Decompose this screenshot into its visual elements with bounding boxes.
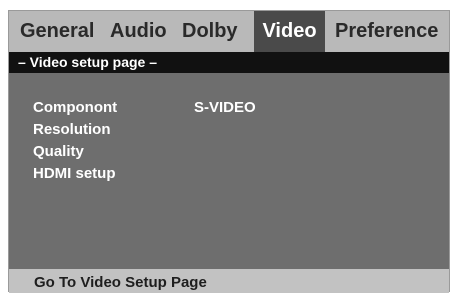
tab-dolby[interactable]: Dolby — [182, 11, 238, 52]
tab-audio[interactable]: Audio — [110, 11, 167, 52]
menu-panel: Componont S-VIDEO Resolution Quality HDM… — [9, 73, 449, 269]
menu-value-component: S-VIDEO — [194, 99, 256, 116]
tab-general[interactable]: General — [20, 11, 94, 52]
status-bar: Go To Video Setup Page — [9, 269, 449, 293]
menu-item-resolution[interactable]: Resolution — [33, 121, 111, 138]
page-header: – Video setup page – — [9, 52, 449, 73]
menu-item-quality[interactable]: Quality — [33, 143, 84, 160]
menu-item-hdmi-setup[interactable]: HDMI setup — [33, 165, 116, 182]
tab-bar: General Audio Dolby Video Preference — [9, 11, 449, 52]
tab-preference[interactable]: Preference — [335, 11, 438, 52]
menu-item-component[interactable]: Componont — [33, 99, 117, 116]
video-setup-osd: General Audio Dolby Video Preference – V… — [8, 10, 450, 293]
tab-video[interactable]: Video — [254, 11, 325, 52]
